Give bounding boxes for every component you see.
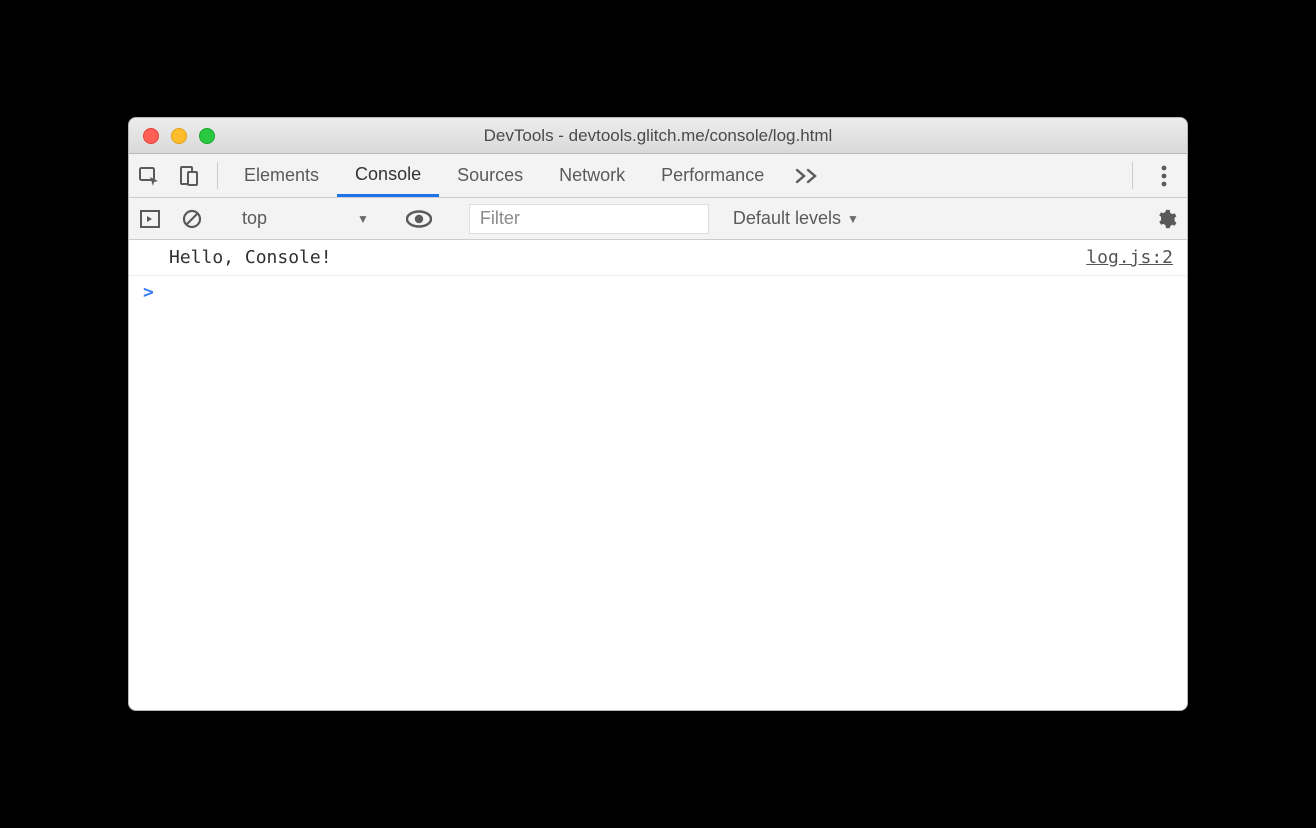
more-tabs-button[interactable]: [782, 154, 832, 197]
console-toolbar: top ▼ Filter Default levels ▼: [129, 198, 1187, 240]
console-message-text: Hello, Console!: [169, 247, 1086, 268]
inspect-element-icon[interactable]: [129, 154, 169, 197]
clear-console-icon[interactable]: [171, 198, 213, 239]
customize-devtools-button[interactable]: [1141, 154, 1187, 197]
tab-network[interactable]: Network: [541, 154, 643, 197]
log-levels-selector[interactable]: Default levels ▼: [719, 208, 873, 229]
console-prompt[interactable]: >: [129, 276, 1187, 309]
console-settings-icon[interactable]: [1145, 198, 1187, 239]
dropdown-triangle-icon: ▼: [847, 212, 859, 226]
divider: [1132, 162, 1133, 189]
panel-tabbar: Elements Console Sources Network Perform…: [129, 154, 1187, 198]
tab-label: Console: [355, 164, 421, 185]
divider: [217, 162, 218, 189]
devtools-window: DevTools - devtools.glitch.me/console/lo…: [128, 117, 1188, 711]
device-toolbar-icon[interactable]: [169, 154, 209, 197]
context-label: top: [242, 208, 267, 229]
console-output[interactable]: Hello, Console! log.js:2 >: [129, 240, 1187, 710]
tab-label: Elements: [244, 165, 319, 186]
tab-performance[interactable]: Performance: [643, 154, 782, 197]
tab-console[interactable]: Console: [337, 154, 439, 197]
prompt-chevron-icon: >: [143, 282, 154, 303]
dropdown-triangle-icon: ▼: [357, 212, 369, 226]
filter-input-wrap: Filter: [459, 198, 719, 239]
levels-label: Default levels: [733, 208, 841, 229]
window-controls: [129, 128, 215, 144]
tab-elements[interactable]: Elements: [226, 154, 337, 197]
tab-label: Performance: [661, 165, 764, 186]
execution-context-selector[interactable]: top ▼: [230, 198, 379, 239]
filter-placeholder: Filter: [480, 208, 520, 229]
live-expression-icon[interactable]: [396, 198, 442, 239]
close-window-button[interactable]: [143, 128, 159, 144]
tab-label: Sources: [457, 165, 523, 186]
console-message-row[interactable]: Hello, Console! log.js:2: [129, 240, 1187, 276]
toggle-sidebar-icon[interactable]: [129, 198, 171, 239]
tab-label: Network: [559, 165, 625, 186]
console-message-source[interactable]: log.js:2: [1086, 247, 1173, 268]
zoom-window-button[interactable]: [199, 128, 215, 144]
tab-sources[interactable]: Sources: [439, 154, 541, 197]
minimize-window-button[interactable]: [171, 128, 187, 144]
filter-input[interactable]: Filter: [469, 204, 709, 234]
window-title: DevTools - devtools.glitch.me/console/lo…: [129, 126, 1187, 146]
titlebar: DevTools - devtools.glitch.me/console/lo…: [129, 118, 1187, 154]
